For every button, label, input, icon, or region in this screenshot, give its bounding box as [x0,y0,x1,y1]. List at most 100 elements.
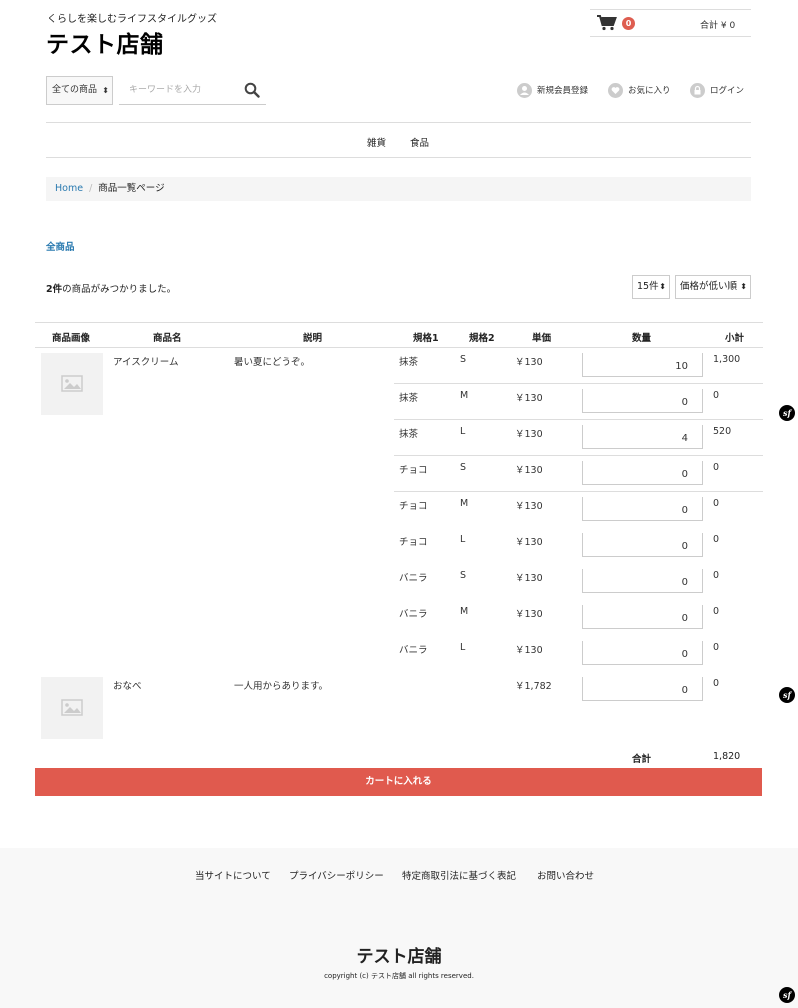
variant-subtotal: 0 [713,606,720,617]
variant-price: ￥130 [515,357,543,368]
variant-class1: 抹茶 [399,357,419,368]
breadcrumb-home[interactable]: Home [55,183,83,194]
nav-item-goods[interactable]: 雑貨 [367,135,386,149]
image-placeholder-icon [61,699,83,716]
variant-subtotal: 1,300 [713,354,741,365]
row-divider [394,383,763,384]
row-divider [394,455,763,456]
variant-subtotal: 0 [713,642,720,653]
variant-class1: バニラ [399,609,428,620]
quantity-input[interactable]: 0 [582,677,703,701]
variant-class2: L [460,642,466,653]
product-image-placeholder[interactable] [41,677,103,739]
total-value: 1,820 [713,751,741,762]
quantity-input[interactable]: 0 [582,569,703,593]
th-image: 商品画像 [52,333,91,344]
heart-icon [608,82,623,98]
signup-link[interactable]: 新規会員登録 [517,82,588,98]
quantity-input[interactable]: 0 [582,497,703,521]
result-count-number: 2件 [46,284,63,295]
variant-class2: M [460,606,469,617]
copyright: copyright (c) テスト店舗 all rights reserved. [324,972,474,980]
result-count: 2件の商品がみつかりました。 [46,281,176,295]
variant-class2: S [460,570,467,581]
variant-class2: L [460,534,466,545]
category-select[interactable]: 全ての商品 [46,76,113,105]
symfony-badge-icon[interactable]: sf [779,405,795,421]
th-name: 商品名 [153,333,182,344]
favorites-label: お気に入り [628,86,671,96]
quantity-input[interactable]: 0 [582,461,703,485]
variant-class2: L [460,426,466,437]
product-name[interactable]: おなべ [113,678,142,692]
nav-item-food[interactable]: 食品 [410,135,429,149]
product-name[interactable]: アイスクリーム [113,354,178,368]
variant-subtotal: 0 [713,534,720,545]
product-description: 暑い夏にどうぞ。 [234,357,311,368]
variant-class1: 抹茶 [399,393,419,404]
variant-subtotal: 0 [713,498,720,509]
variant-price: ￥130 [515,573,543,584]
quantity-input[interactable]: 4 [582,425,703,449]
variant-price: ￥130 [515,465,543,476]
variant-subtotal: 0 [713,390,720,401]
category-heading[interactable]: 全商品 [46,239,75,253]
th-class1: 規格1 [413,333,439,344]
quantity-input[interactable]: 0 [582,641,703,665]
breadcrumb-separator: / [89,183,93,194]
footer-store-name: テスト店舗 [356,947,442,967]
quantity-input[interactable]: 0 [582,533,703,557]
th-description: 説明 [303,333,323,344]
search-icon[interactable] [244,82,260,98]
variant-price: ￥130 [515,537,543,548]
footer-link-privacy[interactable]: プライバシーポリシー [289,868,384,882]
sort-select[interactable]: 価格が低い順 [675,275,751,299]
th-price: 単価 [532,333,552,344]
cart-count-badge: 0 [622,17,635,30]
variant-price: ￥130 [515,429,543,440]
favorites-link[interactable]: お気に入り [608,82,671,98]
footer-link-about[interactable]: 当サイトについて [195,868,271,882]
variant-class1: バニラ [399,573,428,584]
product-image-placeholder[interactable] [41,353,103,415]
footer-link-contact[interactable]: お問い合わせ [537,868,594,882]
cart-icon[interactable] [597,15,617,31]
product-description: 一人用からあります。 [234,681,329,692]
per-page-select[interactable]: 15件 [632,275,670,299]
variant-price: ￥1,782 [515,681,552,692]
total-label: 合計 [632,754,652,765]
variant-class1: チョコ [399,501,428,512]
cart-total: 合計 ¥ 0 [700,21,736,31]
product-table-header: 商品画像 商品名 説明 規格1 規格2 単価 数量 小計 [35,322,763,348]
variant-subtotal: 0 [713,570,720,581]
tagline: くらしを楽しむライフスタイルグッズ [47,14,217,25]
row-divider [394,419,763,420]
symfony-badge-icon[interactable]: sf [779,687,795,703]
symfony-badge-icon[interactable]: sf [779,987,795,1003]
variant-class2: M [460,498,469,509]
result-count-suffix: の商品がみつかりました。 [62,284,177,295]
th-class2: 規格2 [469,333,495,344]
variant-class1: 抹茶 [399,429,419,440]
store-logo-title[interactable]: テスト店舗 [46,25,164,59]
category-nav: 雑貨 食品 [46,122,751,158]
variant-price: ￥130 [515,393,543,404]
th-subtotal: 小計 [725,333,745,344]
footer: 当サイトについて プライバシーポリシー 特定商取引法に基づく表記 お問い合わせ … [0,848,798,1008]
variant-subtotal: 0 [713,462,720,473]
quantity-input[interactable]: 0 [582,605,703,629]
login-link[interactable]: ログイン [690,82,744,98]
add-to-cart-button[interactable]: カートに入れる [35,768,762,796]
login-label: ログイン [710,86,745,96]
signup-label: 新規会員登録 [537,86,589,96]
variant-class1: バニラ [399,645,428,656]
image-placeholder-icon [61,375,83,392]
row-divider [394,491,763,492]
footer-link-tokushoho[interactable]: 特定商取引法に基づく表記 [402,868,516,882]
quantity-input[interactable]: 0 [582,389,703,413]
lock-icon [690,82,705,98]
quantity-input[interactable]: 10 [582,353,703,377]
user-icon [517,82,532,98]
variant-subtotal: 520 [713,426,732,437]
variant-subtotal: 0 [713,678,720,689]
